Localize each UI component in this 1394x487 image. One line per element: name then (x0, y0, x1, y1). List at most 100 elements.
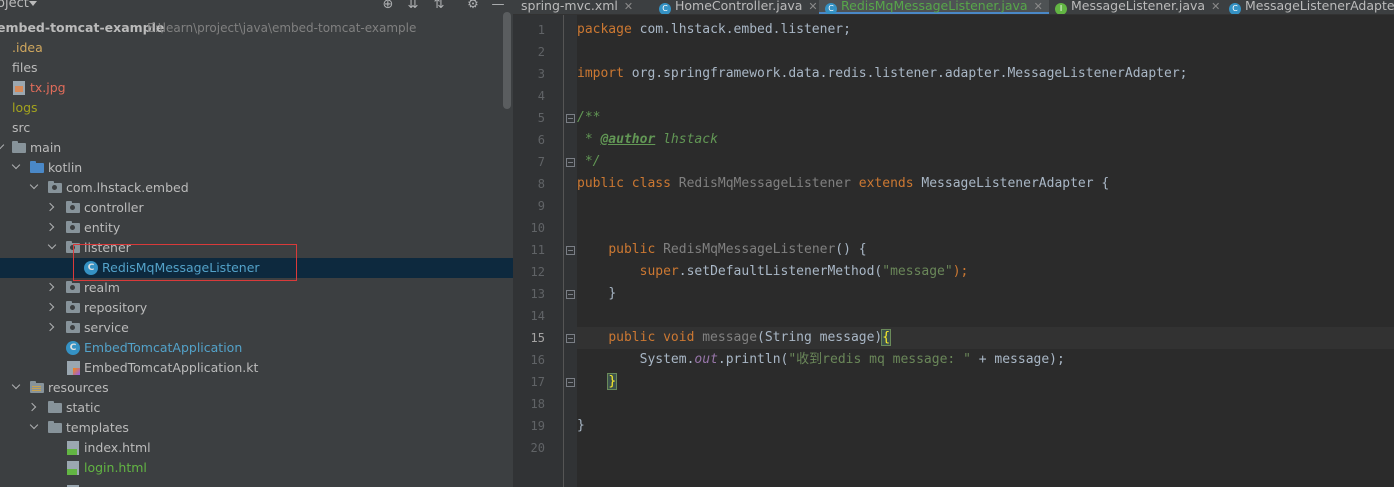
code-token: .setDefaultListenerMethod( (678, 264, 883, 279)
tree-item-static[interactable]: static (0, 398, 513, 418)
project-panel: oject ⊕ ⇊ ⇅ ⚙ — embed-tomcat-example E:\… (0, 0, 513, 487)
chevron-down-icon[interactable] (11, 380, 21, 390)
line-number[interactable]: 9 (513, 195, 545, 217)
project-panel-header: oject ⊕ ⇊ ⇅ ⚙ — (0, 0, 513, 15)
line-number[interactable]: 2 (513, 41, 545, 63)
source-folder-icon (30, 161, 44, 173)
tree-item-main[interactable]: main (0, 138, 513, 158)
code-token: RedisMqMessageListener (663, 242, 836, 257)
line-number[interactable]: 18 (513, 393, 545, 415)
expand-all-icon[interactable]: ⇅ (432, 0, 446, 12)
tree-item-index-html[interactable]: index.html (0, 438, 513, 458)
line-number[interactable]: 13 (513, 283, 545, 305)
class-icon: C (66, 341, 80, 355)
collapse-all-icon[interactable]: ⇊ (406, 0, 420, 12)
code-line-15: public void message(String message){ (577, 327, 1394, 349)
tree-item-files[interactable]: files (0, 58, 513, 78)
tree-item-embed-tomcat-application[interactable]: C EmbedTomcatApplication (0, 338, 513, 358)
tab-spring-mvc-xml[interactable]: spring-mvc.xml ✕ (521, 0, 633, 14)
fold-toggle-icon[interactable] (566, 246, 575, 255)
tab-message-listener-adapter[interactable]: C MessageListenerAdapter (1229, 0, 1394, 14)
tree-item-src[interactable]: src (0, 118, 513, 138)
fold-toggle-icon[interactable] (566, 334, 575, 343)
chevron-right-icon[interactable] (45, 202, 55, 212)
line-number[interactable]: 10 (513, 217, 545, 239)
tree-item-partial[interactable] (0, 478, 513, 487)
image-file-icon (13, 81, 25, 95)
package-icon (66, 201, 80, 213)
gear-icon[interactable]: ⚙ (466, 0, 480, 12)
line-number[interactable]: 17 (513, 371, 545, 393)
tree-item-controller[interactable]: controller (0, 198, 513, 218)
html-file-icon (67, 461, 79, 475)
minimize-icon[interactable]: — (491, 0, 505, 12)
line-number[interactable]: 7 (513, 151, 545, 173)
chevron-right-icon[interactable] (45, 322, 55, 332)
tree-item-label: kotlin (48, 160, 83, 175)
close-icon[interactable]: ✕ (808, 0, 817, 13)
tab-redis-mq-message-listener[interactable]: C RedisMqMessageListener.java ✕ (819, 0, 1049, 14)
line-number[interactable]: 8 (513, 173, 545, 195)
tree-item-tx-jpg[interactable]: tx.jpg (0, 78, 513, 98)
tab-message-listener[interactable]: I MessageListener.java ✕ (1055, 0, 1220, 14)
line-number[interactable]: 19 (513, 415, 545, 437)
chevron-right-icon[interactable] (45, 282, 55, 292)
line-number[interactable]: 5 (513, 107, 545, 129)
project-panel-scrollbar[interactable] (503, 12, 511, 109)
tree-item-repository[interactable]: repository (0, 298, 513, 318)
tree-item-service[interactable]: service (0, 318, 513, 338)
line-number[interactable]: 1 (513, 19, 545, 41)
code-token: extends (858, 176, 914, 191)
line-number[interactable]: 20 (513, 437, 545, 459)
fold-toggle-icon[interactable] (566, 158, 575, 167)
line-number[interactable]: 6 (513, 129, 545, 151)
tree-item-resources[interactable]: resources (0, 378, 513, 398)
tree-item-kotlin[interactable]: kotlin (0, 158, 513, 178)
fold-toggle-icon[interactable] (566, 378, 575, 387)
line-number-current[interactable]: 15 (513, 327, 545, 349)
package-icon (66, 281, 80, 293)
project-view-selector[interactable]: oject (0, 0, 29, 11)
code-token: } (608, 286, 617, 301)
line-number[interactable]: 4 (513, 85, 545, 107)
tree-item-entity[interactable]: entity (0, 218, 513, 238)
chevron-down-icon[interactable] (0, 140, 5, 150)
tree-item-label: realm (84, 280, 120, 295)
tree-item-login-html[interactable]: login.html (0, 458, 513, 478)
chevron-down-icon[interactable] (29, 1, 37, 6)
fold-toggle-icon[interactable] (566, 290, 575, 299)
chevron-right-icon[interactable] (27, 402, 37, 412)
tree-item-redis-mq-message-listener[interactable]: C RedisMqMessageListener (0, 258, 513, 278)
tab-label: HomeController.java (675, 0, 803, 13)
chevron-down-icon[interactable] (29, 180, 39, 190)
line-number[interactable]: 14 (513, 305, 545, 327)
text-caret (890, 329, 892, 344)
chevron-right-icon[interactable] (45, 302, 55, 312)
close-icon[interactable]: ✕ (624, 0, 633, 13)
tab-home-controller[interactable]: C HomeController.java ✕ (659, 0, 818, 14)
tree-item-embed-tomcat-application-kt[interactable]: EmbedTomcatApplication.kt (0, 358, 513, 378)
package-icon (66, 221, 80, 233)
line-number[interactable]: 16 (513, 349, 545, 371)
chevron-down-icon[interactable] (47, 240, 57, 250)
close-icon[interactable]: ✕ (1211, 0, 1220, 13)
tree-item-realm[interactable]: realm (0, 278, 513, 298)
chevron-down-icon[interactable] (11, 160, 21, 170)
line-number[interactable]: 12 (513, 261, 545, 283)
tree-item-package-root[interactable]: com.lhstack.embed (0, 178, 513, 198)
tree-item-templates[interactable]: templates (0, 418, 513, 438)
line-number[interactable]: 11 (513, 239, 545, 261)
folder-icon (12, 141, 26, 153)
code-token: public class (577, 176, 671, 191)
tree-item-listener[interactable]: listener (0, 238, 513, 258)
crosshair-icon[interactable]: ⊕ (381, 0, 395, 12)
chevron-down-icon[interactable] (29, 420, 39, 430)
tree-item-idea[interactable]: .idea (0, 38, 513, 58)
tree-item-logs[interactable]: logs (0, 98, 513, 118)
code-token: System. (639, 352, 695, 367)
chevron-right-icon[interactable] (45, 222, 55, 232)
close-icon[interactable]: ✕ (1034, 0, 1043, 13)
tree-item-project-root[interactable]: embed-tomcat-example E:\learn\project\ja… (0, 18, 513, 38)
line-number[interactable]: 3 (513, 63, 545, 85)
fold-toggle-icon[interactable] (566, 114, 575, 123)
